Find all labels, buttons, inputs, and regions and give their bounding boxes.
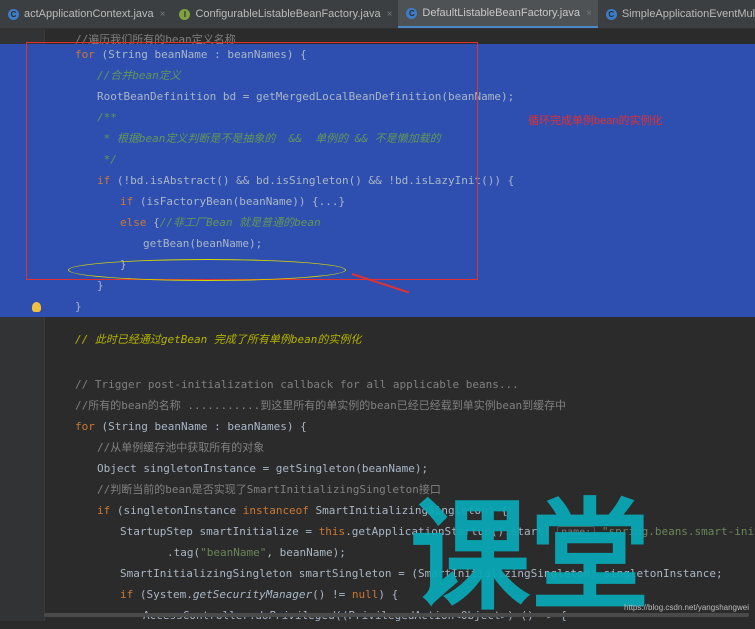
tab-2[interactable]: C DefaultListableBeanFactory.java × (398, 0, 598, 28)
code-text: ) { (378, 588, 399, 601)
code-text: .getApplicationStartup().start( (345, 525, 558, 538)
tab-label: ConfigurableListableBeanFactory.java (195, 8, 381, 20)
annotation-note: 循环完成单例bean的实例化 (528, 115, 663, 127)
code-line[interactable]: //判断当前的bean是否实现了SmartInitializingSinglet… (0, 479, 755, 500)
code-editor[interactable]: //遍历我们所有的bean定义名称 for (String beanName :… (0, 29, 755, 621)
comment: // 此时已经通过getBean 完成了所有单例bean的实例化 (75, 333, 362, 346)
comment: // Trigger post-initialization callback … (75, 378, 519, 391)
tab-0[interactable]: CactApplicationContext.java × (0, 0, 171, 28)
highlight-ellipse (68, 259, 346, 281)
lightbulb-icon[interactable] (32, 302, 41, 312)
code-text: SmartInitializingSingleton smartSingleto… (120, 567, 723, 580)
code-line[interactable]: // Trigger post-initialization callback … (0, 374, 755, 395)
class-icon: C (605, 8, 617, 20)
code-text: , beanName); (266, 546, 346, 559)
code-text: .tag( (167, 546, 201, 559)
code-text: .tag("beanName", beanName); (167, 542, 346, 563)
if-statement: if (singletonInstance instanceof SmartIn… (97, 500, 508, 521)
code-line[interactable]: SmartInitializingSingleton smartSingleto… (0, 563, 755, 584)
code-line[interactable]: //从单例缓存池中获取所有的对象 (0, 437, 755, 458)
close-icon[interactable]: × (586, 8, 592, 19)
source-url: https://blog.csdn.net/yangshangwei (624, 603, 749, 612)
code-line[interactable]: if (singletonInstance instanceof SmartIn… (0, 500, 755, 521)
code-text: StartupStep smartInitialize = (120, 525, 319, 538)
string-literal: "beanName" (200, 546, 267, 559)
keyword: if (97, 504, 111, 517)
keyword: if (120, 588, 134, 601)
code-line[interactable]: Object singletonInstance = getSingleton(… (0, 458, 755, 479)
comment: //从单例缓存池中获取所有的对象 (97, 441, 265, 454)
keyword: this (318, 525, 346, 538)
class-icon: C (406, 7, 418, 19)
code-text: (String beanName : beanNames) { (94, 420, 307, 433)
close-icon[interactable]: × (160, 9, 166, 20)
code-text: () != (312, 588, 352, 601)
code-line[interactable]: // 此时已经通过getBean 完成了所有单例bean的实例化 (0, 329, 755, 350)
tab-label: actApplicationContext.java (24, 8, 154, 20)
tab-label: SimpleApplicationEventMulticaster.java (621, 8, 755, 20)
code-text: SmartInitializingSingleton) { (308, 504, 508, 517)
keyword: null (351, 588, 379, 601)
code-line[interactable]: for (String beanName : beanNames) { (0, 416, 755, 437)
tab-3[interactable]: CSimpleApplicationEventMulticaster.java× (598, 0, 755, 28)
comment: //所有的bean的名称 ...........到这里所有的单实例的bean已经… (75, 399, 567, 412)
editor-tab-bar: CactApplicationContext.java × I Configurabl… (0, 0, 755, 29)
code-text: StartupStep smartInitialize = this.getAp… (120, 521, 755, 542)
code-line[interactable]: StartupStep smartInitialize = this.getAp… (0, 521, 755, 542)
code-text: (singletonInstance (110, 504, 243, 517)
if-statement: if (System.getSecurityManager() != null)… (120, 584, 398, 605)
close-icon[interactable]: × (387, 9, 393, 20)
tab-label: DefaultListableBeanFactory.java (422, 7, 580, 19)
code-text: (System. (133, 588, 193, 601)
keyword: for (75, 420, 95, 433)
parameter-hint: name: (557, 526, 596, 539)
code-text: Object singletonInstance = getSingleton(… (97, 462, 429, 475)
for-statement: for (String beanName : beanNames) { (75, 416, 307, 437)
code-line[interactable]: //所有的bean的名称 ...........到这里所有的单实例的bean已经… (0, 395, 755, 416)
class-icon: C (8, 8, 19, 20)
code-line[interactable]: if (System.getSecurityManager() != null)… (0, 584, 755, 605)
comment: //判断当前的bean是否实现了SmartInitializingSinglet… (97, 483, 441, 496)
string-literal: "spring.beans.smart-initialize") (601, 525, 755, 538)
keyword: instanceof (242, 504, 309, 517)
tab-1[interactable]: I ConfigurableListableBeanFactory.java × (171, 0, 398, 28)
code-text: getSecurityManager (192, 588, 313, 601)
code-line[interactable]: } (0, 296, 755, 317)
interface-icon: I (179, 8, 191, 20)
code-line[interactable]: .tag("beanName", beanName); (0, 542, 755, 563)
highlight-box (26, 42, 478, 280)
code-text: } (75, 300, 82, 313)
horizontal-scrollbar[interactable] (44, 613, 749, 617)
